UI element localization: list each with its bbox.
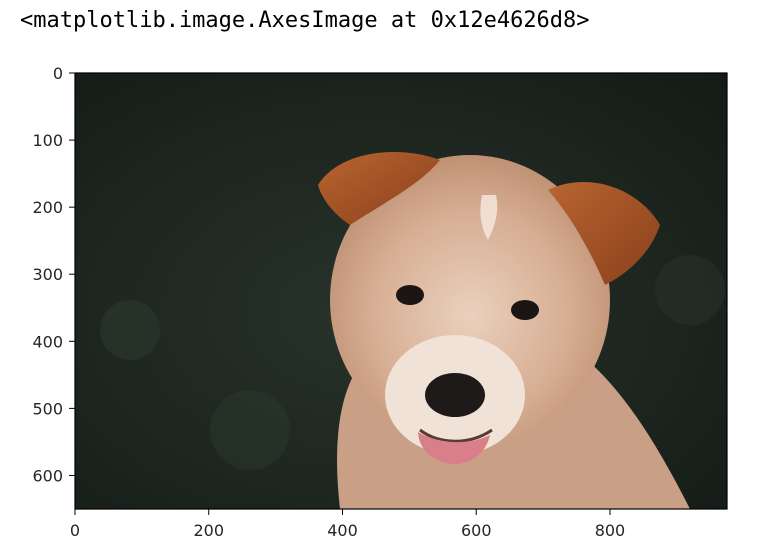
y-tick-label: 400 bbox=[32, 332, 63, 351]
x-tick-label: 0 bbox=[70, 521, 80, 540]
puppy-image bbox=[75, 73, 727, 509]
y-tick-label: 300 bbox=[32, 265, 63, 284]
y-axis: 0 100 200 300 400 500 600 bbox=[32, 64, 75, 485]
nose bbox=[425, 373, 485, 417]
right-eye bbox=[511, 300, 539, 320]
left-eye bbox=[396, 285, 424, 305]
y-tick-label: 0 bbox=[53, 64, 63, 83]
x-tick-label: 800 bbox=[595, 521, 626, 540]
y-tick-label: 600 bbox=[32, 466, 63, 485]
y-tick-label: 100 bbox=[32, 131, 63, 150]
image-plot: 0 100 200 300 400 500 600 0 200 400 600 800 bbox=[32, 64, 728, 540]
y-tick-label: 500 bbox=[32, 399, 63, 418]
x-tick-label: 600 bbox=[461, 521, 492, 540]
y-tick-label: 200 bbox=[32, 198, 63, 217]
x-tick-label: 200 bbox=[193, 521, 224, 540]
x-tick-label: 400 bbox=[327, 521, 358, 540]
x-axis: 0 200 400 600 800 bbox=[70, 509, 625, 540]
